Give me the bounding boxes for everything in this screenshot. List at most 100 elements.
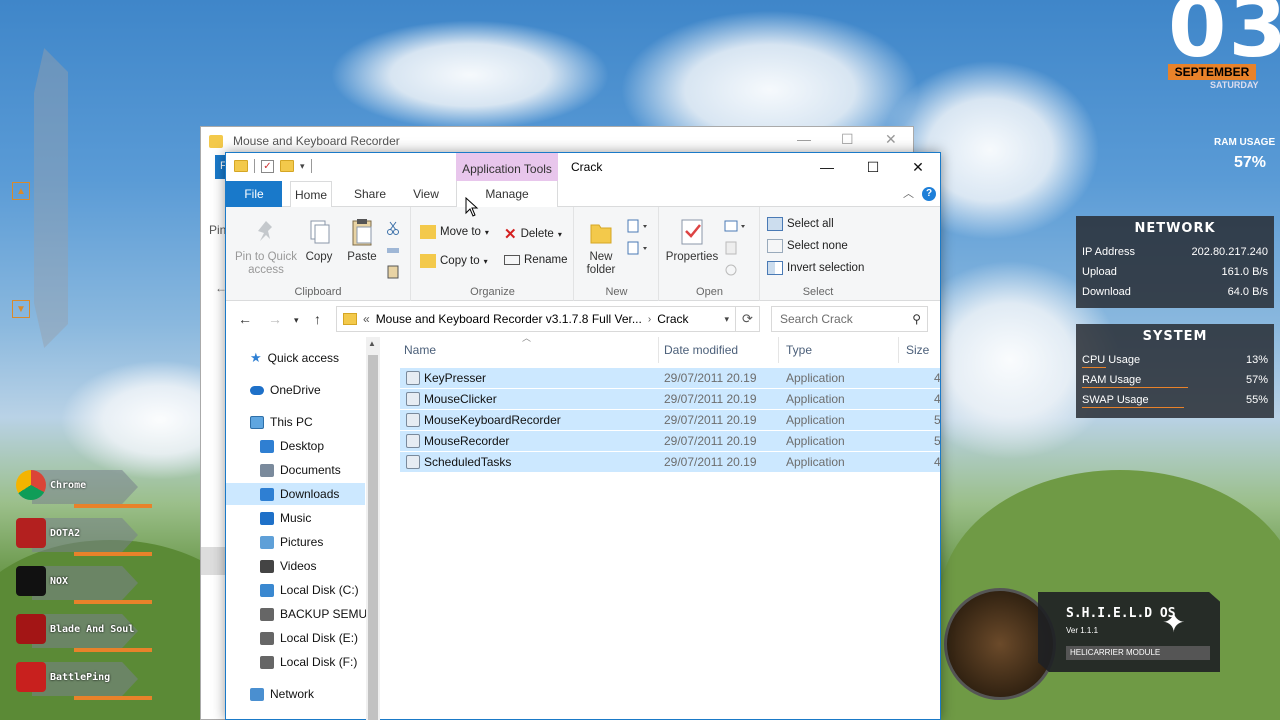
- scroll-thumb[interactable]: [368, 355, 378, 720]
- table-row[interactable]: ScheduledTasks 29/07/2011 20.19 Applicatio…: [400, 451, 941, 472]
- column-divider[interactable]: [898, 337, 899, 363]
- invert-selection-button[interactable]: Invert selection: [767, 261, 864, 275]
- properties-button[interactable]: Properties: [664, 217, 720, 264]
- column-divider[interactable]: [778, 337, 779, 363]
- history-icon[interactable]: [724, 263, 738, 277]
- nav-label: Quick access: [267, 351, 340, 365]
- launcher-chrome[interactable]: Chrome: [14, 466, 152, 508]
- up-arrow-icon[interactable]: ↑: [314, 311, 321, 327]
- ribbon: Pin to Quick access Copy Paste Clipboard…: [226, 207, 940, 301]
- new-item-icon[interactable]: [627, 219, 649, 233]
- nav-item-local-disk-e[interactable]: Local Disk (E:): [260, 627, 358, 649]
- refresh-icon[interactable]: ⟳: [736, 306, 760, 332]
- launcher-nox[interactable]: NOX: [14, 562, 152, 604]
- launcher-blade-and-soul[interactable]: Blade And Soul: [14, 610, 152, 652]
- column-divider[interactable]: [658, 337, 659, 363]
- desktop-icon: [260, 439, 274, 453]
- launcher-dota2[interactable]: DOTA2: [14, 514, 152, 556]
- new-folder-icon[interactable]: [280, 160, 294, 172]
- nav-item-videos[interactable]: Videos: [260, 555, 316, 577]
- pin-icon: [252, 217, 280, 247]
- table-row[interactable]: KeyPresser 29/07/2011 20.19 Application 4: [400, 367, 941, 388]
- tab-home[interactable]: Home: [290, 181, 332, 208]
- copy-path-icon[interactable]: [386, 243, 400, 257]
- edit-icon[interactable]: [724, 241, 738, 255]
- nav-scrollbar[interactable]: ▲: [366, 337, 380, 720]
- row-value: 64.0 B/s: [1227, 286, 1268, 298]
- chevron-down-icon[interactable]: ▾: [300, 161, 305, 172]
- nav-network[interactable]: Network: [250, 683, 314, 705]
- column-header-name[interactable]: Name: [404, 337, 436, 363]
- search-input[interactable]: Search Crack ⚲: [771, 306, 928, 332]
- maximize-button[interactable]: ☐: [850, 153, 896, 181]
- recent-locations-icon[interactable]: ▾: [294, 315, 299, 326]
- paste-shortcut-icon[interactable]: [386, 265, 400, 279]
- easy-access-icon[interactable]: [627, 241, 649, 255]
- paste-button[interactable]: Paste: [344, 217, 380, 264]
- nav-item-local-disk-c[interactable]: Local Disk (C:): [260, 579, 359, 601]
- nav-item-documents[interactable]: Documents: [260, 459, 341, 481]
- application-icon: [406, 371, 420, 385]
- nav-label: Downloads: [280, 487, 340, 501]
- nav-onedrive[interactable]: OneDrive: [250, 379, 321, 401]
- explorer-window[interactable]: ✓ ▾ Application Tools Crack — ☐ ✕ File H…: [225, 152, 941, 720]
- breadcrumb-item[interactable]: Mouse and Keyboard Recorder v3.1.7.8 Ful…: [376, 312, 642, 326]
- bg-window-title: Mouse and Keyboard Recorder: [233, 134, 400, 148]
- copy-to-button[interactable]: Copy to ▾: [420, 254, 488, 268]
- table-row[interactable]: MouseClicker 29/07/2011 20.19 Application 4: [400, 388, 941, 409]
- nav-this-pc[interactable]: This PC: [250, 411, 313, 433]
- chevron-right-icon[interactable]: ›: [648, 314, 651, 325]
- launcher-battleping[interactable]: BattlePing: [14, 658, 152, 700]
- breadcrumb-overflow[interactable]: «: [363, 312, 370, 326]
- nav-item-local-disk-f[interactable]: Local Disk (F:): [260, 651, 357, 673]
- delete-button[interactable]: ✕ Delete ▾: [504, 225, 562, 243]
- tab-share[interactable]: Share: [348, 181, 392, 207]
- open-group: Properties Open: [660, 207, 760, 301]
- nav-item-music[interactable]: Music: [260, 507, 311, 529]
- nav-item-backup-semua[interactable]: BACKUP SEMUA: [260, 603, 375, 625]
- move-to-button[interactable]: Move to ▾: [420, 225, 489, 239]
- up-arrow-icon[interactable]: ▲: [12, 182, 30, 200]
- chevron-down-icon[interactable]: ▾: [724, 314, 729, 325]
- select-none-button[interactable]: Select none: [767, 239, 848, 253]
- file-date: 29/07/2011 20.19: [664, 434, 757, 448]
- scroll-up-icon[interactable]: ▲: [368, 339, 376, 348]
- new-folder-button[interactable]: New folder: [581, 217, 621, 277]
- application-icon: [406, 413, 420, 427]
- select-all-button[interactable]: Select all: [767, 217, 834, 231]
- breadcrumb-item[interactable]: Crack: [657, 312, 688, 326]
- forward-arrow-icon[interactable]: →: [268, 311, 282, 327]
- file-type: Application: [786, 434, 845, 448]
- minimize-icon[interactable]: —: [797, 131, 811, 147]
- column-header-date[interactable]: Date modified: [664, 337, 738, 363]
- ram-usage-label: RAM USAGE: [1214, 137, 1276, 148]
- down-arrow-icon[interactable]: ▼: [12, 300, 30, 318]
- nav-item-pictures[interactable]: Pictures: [260, 531, 323, 553]
- address-bar[interactable]: « Mouse and Keyboard Recorder v3.1.7.8 F…: [336, 306, 736, 332]
- maximize-icon[interactable]: ☐: [841, 131, 854, 148]
- nav-item-downloads[interactable]: Downloads: [226, 483, 365, 505]
- tab-file[interactable]: File: [226, 181, 282, 207]
- table-row[interactable]: MouseKeyboardRecorder 29/07/2011 20.19 App…: [400, 409, 941, 430]
- usage-bar: [1082, 407, 1184, 408]
- back-arrow-icon[interactable]: ←: [238, 311, 252, 327]
- table-row[interactable]: MouseRecorder 29/07/2011 20.19 Application…: [400, 430, 941, 451]
- close-icon[interactable]: ✕: [885, 131, 897, 148]
- tab-view[interactable]: View: [404, 181, 448, 207]
- close-button[interactable]: ✕: [895, 153, 941, 181]
- nav-item-desktop[interactable]: Desktop: [260, 435, 324, 457]
- pin-to-quick-access-button[interactable]: Pin to Quick access: [232, 217, 300, 277]
- nav-quick-access[interactable]: ★ Quick access: [250, 347, 339, 369]
- help-icon[interactable]: ?: [922, 187, 936, 201]
- collapse-ribbon-icon[interactable]: ︿: [903, 185, 914, 201]
- open-icon[interactable]: [724, 219, 748, 233]
- copy-button[interactable]: Copy: [302, 217, 336, 264]
- properties-check-icon[interactable]: ✓: [261, 159, 274, 173]
- cut-icon[interactable]: [386, 221, 400, 235]
- shield-widget: S.H.I.E.L.D OS Ver 1.1.1 HELICARRIER MOD…: [1038, 592, 1220, 672]
- minimize-button[interactable]: —: [804, 153, 850, 181]
- rename-button[interactable]: Rename: [504, 254, 567, 266]
- column-header-type[interactable]: Type: [786, 337, 812, 363]
- column-header-size[interactable]: Size: [906, 337, 929, 363]
- search-icon[interactable]: ⚲: [912, 307, 921, 331]
